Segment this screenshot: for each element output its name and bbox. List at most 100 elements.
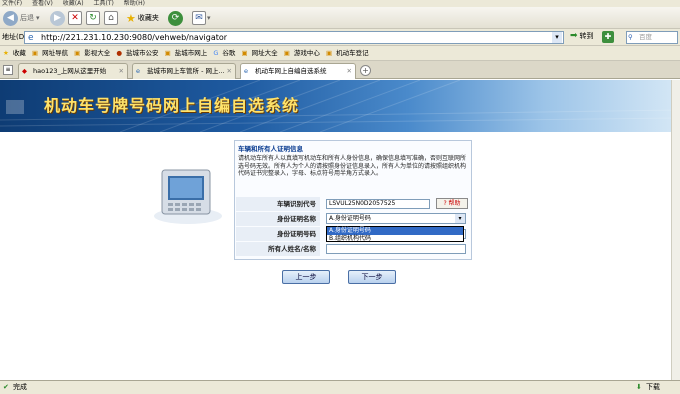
nav-toolbar: ◀ 后退 ▾ ▶ ✕ ↻ ⌂ ★ 收藏夹 ⟳ ✉ ▾ <box>0 7 680 29</box>
fav-item-register[interactable]: 机动车登记 <box>336 49 369 57</box>
tab-label: 机动车网上自编自选系统 <box>255 67 327 75</box>
go-label: 转到 <box>579 32 594 40</box>
tab-bar: ≡ ◆ hao123_上网从这里开始 ✕ e 盐城市网上车管所 - 网上... … <box>0 61 680 79</box>
favorites-label: 收藏夹 <box>137 14 159 22</box>
stop-button[interactable]: ✕ <box>68 10 82 26</box>
refresh-icon: ↻ <box>86 11 100 25</box>
dropdown-option[interactable]: B.组织机构代码 <box>327 235 463 243</box>
mail-button[interactable]: ✉ ▾ <box>192 10 211 26</box>
chevron-down-icon[interactable]: ▾ <box>455 214 465 223</box>
row-vin: 车辆识别代号 LSVUL25N0D2057525 ? 帮助 <box>236 197 470 211</box>
close-icon[interactable]: ✕ <box>119 64 124 78</box>
folder-icon: ▣ <box>283 49 290 57</box>
refresh-button[interactable]: ↻ <box>86 10 100 26</box>
address-bar: 地址(D) e http://221.231.10.230:9080/vehwe… <box>0 29 680 46</box>
fav-item-nav[interactable]: 网址导航 <box>42 49 68 57</box>
fav-collect[interactable]: 收藏 <box>13 49 26 57</box>
fav-item-police[interactable]: 盐城市公安 <box>126 49 159 57</box>
tab-label: 盐城市网上车管所 - 网上... <box>147 67 225 75</box>
search-placeholder: 百度 <box>639 33 652 41</box>
menu-file[interactable]: 文件(F) <box>2 0 22 7</box>
status-bar: ✔ 完成 ⬇ 下载 <box>0 380 680 394</box>
help-button[interactable]: ? 帮助 <box>436 198 468 209</box>
vertical-scrollbar[interactable] <box>671 80 680 380</box>
id-type-select[interactable]: A.身份证明号码 ▾ <box>326 213 466 224</box>
addon-icon[interactable]: ✚ <box>602 31 614 43</box>
page-icon: ◆ <box>22 67 27 75</box>
new-tab-icon[interactable]: + <box>360 65 371 76</box>
star-icon: ★ <box>126 11 136 25</box>
close-icon[interactable]: ✕ <box>347 64 352 78</box>
fav-item-games[interactable]: 游戏中心 <box>294 49 320 57</box>
history-button[interactable]: ⟳ <box>168 10 183 26</box>
favorites-button[interactable]: ★ 收藏夹 <box>126 10 159 26</box>
back-button[interactable]: ◀ 后退 ▾ <box>3 10 40 26</box>
vin-label: 车辆识别代号 <box>236 197 320 211</box>
menu-help[interactable]: 帮助(H) <box>124 0 145 7</box>
next-step-button[interactable]: 下一步 <box>348 270 396 284</box>
status-text: 完成 <box>13 383 27 391</box>
folder-icon: ▣ <box>325 49 333 57</box>
favorites-bar: ★ 收藏 ▣ 网址导航 ▣ 影视大全 ● 盐城市公安 ▣ 盐城市网上 G 谷歌 ▣ 网址大全 … <box>0 46 680 61</box>
go-arrow-icon: ➡ <box>570 31 578 41</box>
tab-hao123[interactable]: ◆ hao123_上网从这里开始 ✕ <box>18 63 128 79</box>
go-button[interactable]: ➡ 转到 <box>570 31 594 41</box>
address-input[interactable]: e http://221.231.10.230:9080/vehweb/navi… <box>24 31 564 44</box>
row-owner-name: 所有人姓名/名称 <box>236 242 470 256</box>
id-number-label: 身份证明号码 <box>236 227 320 241</box>
owner-name-field[interactable] <box>326 244 466 254</box>
done-icon: ✔ <box>3 383 9 391</box>
forward-button[interactable]: ▶ <box>50 10 65 26</box>
vin-field[interactable]: LSVUL25N0D2057525 <box>326 199 430 209</box>
id-type-dropdown-list: A.身份证明号码 B.组织机构代码 <box>326 226 464 242</box>
menu-tools[interactable]: 工具(T) <box>94 0 114 7</box>
back-arrow-icon: ◀ <box>3 10 18 26</box>
help-icon: ? <box>443 200 447 207</box>
history-icon: ⟳ <box>168 10 183 26</box>
download-label[interactable]: 下载 <box>646 381 660 394</box>
mail-icon: ✉ <box>192 11 206 25</box>
help-label: 帮助 <box>448 200 461 207</box>
folder-icon: ▣ <box>241 49 248 57</box>
prev-step-button[interactable]: 上一步 <box>282 270 330 284</box>
id-type-label: 身份证明名称 <box>236 212 320 226</box>
address-url: http://221.231.10.230:9080/vehweb/naviga… <box>41 33 228 42</box>
kiosk-illustration <box>154 169 222 224</box>
page-icon: e <box>244 67 248 75</box>
tab-list-icon[interactable]: ≡ <box>3 65 13 75</box>
page-icon: e <box>28 33 34 43</box>
badge-icon: ● <box>116 49 123 57</box>
menu-favorites[interactable]: 收藏(A) <box>63 0 84 7</box>
search-icon: ⚲ <box>628 33 633 41</box>
dropdown-option[interactable]: A.身份证明号码 <box>327 227 463 235</box>
menu-view[interactable]: 查看(V) <box>32 0 53 7</box>
star-icon: ★ <box>3 49 9 57</box>
tab-label: hao123_上网从这里开始 <box>33 67 107 75</box>
panel-heading: 车辆和所有人证明信息 <box>238 145 303 153</box>
panel-notice: 请机动车所有人以真填写机动车和所有人身份信息，确保信息填写准确，否则互联网所选号… <box>238 155 467 177</box>
fav-item-sites[interactable]: 网址大全 <box>252 49 278 57</box>
home-icon: ⌂ <box>104 11 118 25</box>
folder-icon: ▣ <box>164 49 171 57</box>
tab-vehicle-office[interactable]: e 盐城市网上车管所 - 网上... ✕ <box>132 63 236 79</box>
stop-icon: ✕ <box>68 11 82 25</box>
page-icon: e <box>136 67 140 75</box>
id-type-value: A.身份证明号码 <box>329 215 371 222</box>
folder-icon: ▣ <box>74 49 81 57</box>
download-icon: ⬇ <box>636 383 642 391</box>
dropdown-arrow-icon: ▾ <box>207 14 211 22</box>
chevron-down-icon[interactable]: ▾ <box>552 32 562 43</box>
search-input[interactable]: ⚲ 百度 <box>626 31 678 44</box>
row-id-type: 身份证明名称 A.身份证明号码 ▾ <box>236 212 470 226</box>
owner-name-label: 所有人姓名/名称 <box>236 242 320 256</box>
dropdown-arrow-icon: ▾ <box>36 14 40 22</box>
close-icon[interactable]: ✕ <box>227 64 232 78</box>
folder-icon: ▣ <box>31 49 39 57</box>
fav-item-online[interactable]: 盐城市网上 <box>175 49 208 57</box>
forward-arrow-icon: ▶ <box>50 10 65 26</box>
site-banner: 机动车号牌号码网上自编自选系统 <box>0 80 680 132</box>
home-button[interactable]: ⌂ <box>104 10 118 26</box>
tab-plate-system[interactable]: e 机动车网上自编自选系统 ✕ <box>240 63 356 79</box>
fav-item-google[interactable]: 谷歌 <box>222 49 235 57</box>
fav-item-video[interactable]: 影视大全 <box>84 49 110 57</box>
